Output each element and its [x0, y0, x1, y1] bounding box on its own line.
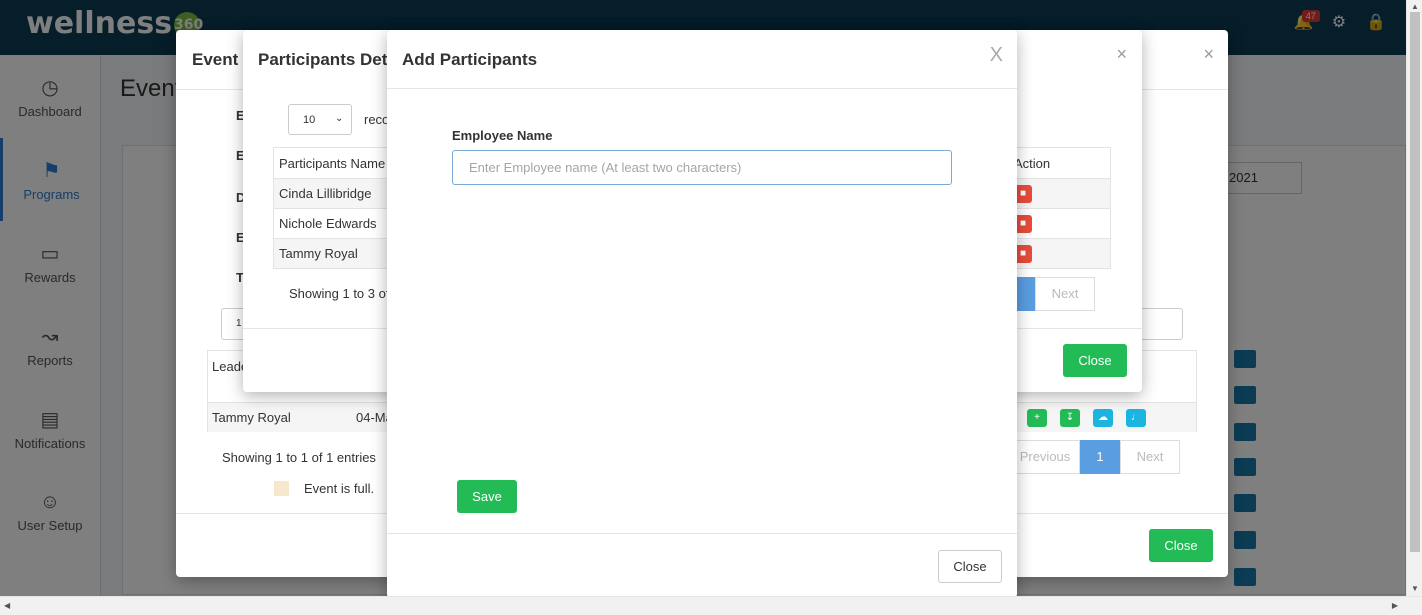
cloud-upload-icon[interactable]: ☁: [1093, 409, 1113, 427]
close-button[interactable]: Close: [1063, 344, 1127, 377]
scrollbar-thumb[interactable]: [1410, 12, 1420, 552]
add-participants-modal: Add Participants X Employee Name Save Cl…: [387, 30, 1017, 598]
employee-name-input[interactable]: [452, 150, 952, 185]
page-size-select[interactable]: 10 ⌄: [288, 104, 352, 135]
save-button[interactable]: Save: [457, 480, 517, 513]
close-icon[interactable]: X: [990, 44, 1003, 67]
records-label: reco: [364, 112, 390, 127]
page-size-value: 10: [303, 114, 316, 126]
modal-title: Add Participants: [402, 50, 538, 69]
field-value: 1: [236, 318, 242, 329]
pager-next[interactable]: Next: [1120, 440, 1180, 474]
close-button[interactable]: Close: [938, 550, 1002, 583]
scroll-left-arrow-icon[interactable]: ◀: [4, 601, 10, 610]
pager-page[interactable]: [1015, 277, 1035, 311]
legend-text: Event is full.: [304, 481, 375, 496]
download-icon[interactable]: ↧: [1060, 409, 1080, 427]
table-info: Showing 1 to 1 of 1 entries: [222, 450, 376, 465]
leader-name: Tammy Royal: [212, 410, 291, 425]
scroll-up-arrow-icon[interactable]: ▲: [1411, 2, 1419, 11]
participant-name: Nichole Edwards: [279, 216, 377, 231]
column-header: Action: [1014, 156, 1051, 171]
pager-previous[interactable]: Previous: [1010, 440, 1080, 474]
close-icon[interactable]: ×: [1116, 44, 1127, 65]
column-header: Participants Name: [279, 156, 386, 171]
modal-title: Participants Deta: [258, 50, 397, 69]
vertical-scrollbar[interactable]: ▲ ▼: [1406, 0, 1422, 596]
bell-icon[interactable]: ♩: [1126, 409, 1146, 427]
horizontal-scrollbar[interactable]: ◀ ▶: [0, 596, 1422, 615]
add-icon[interactable]: +: [1027, 409, 1047, 427]
employee-name-label: Employee Name: [452, 128, 553, 143]
legend-swatch: [274, 481, 289, 496]
chevron-down-icon: ⌄: [335, 113, 344, 124]
close-button[interactable]: Close: [1149, 529, 1213, 562]
participant-name: Cinda Lillibridge: [279, 186, 372, 201]
participant-name: Tammy Royal: [279, 246, 358, 261]
close-icon[interactable]: ×: [1203, 44, 1214, 65]
pager-page[interactable]: 1: [1080, 440, 1120, 474]
scroll-right-arrow-icon[interactable]: ▶: [1392, 601, 1398, 610]
table-info: Showing 1 to 3 of: [289, 286, 390, 301]
pager-next[interactable]: Next: [1035, 277, 1095, 311]
scroll-down-arrow-icon[interactable]: ▼: [1411, 584, 1419, 593]
